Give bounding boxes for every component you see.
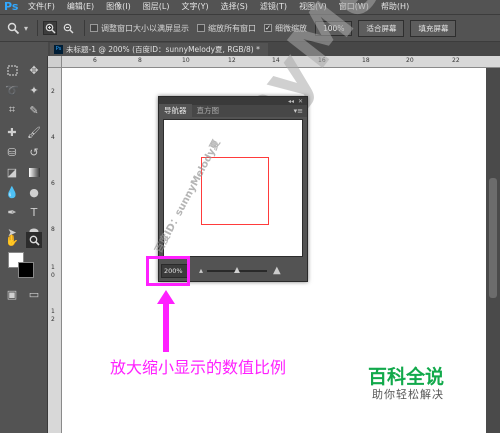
- lasso-tool-icon[interactable]: ➰: [4, 82, 20, 98]
- brand-name: 百科全说: [368, 366, 445, 388]
- ruler-label: 8: [138, 57, 142, 64]
- panel-menu-icon[interactable]: ▾≡: [294, 107, 303, 115]
- view-area-box[interactable]: [201, 157, 269, 225]
- zoom-out-icon[interactable]: [61, 21, 75, 35]
- ruler-label: 2: [51, 88, 55, 95]
- separator: [37, 20, 39, 36]
- type-tool-icon[interactable]: T: [26, 204, 42, 220]
- close-icon[interactable]: ✕: [298, 98, 303, 105]
- zoom-value-highlight: [146, 256, 190, 286]
- background-color-swatch[interactable]: [18, 262, 34, 278]
- scrollbar-thumb[interactable]: [489, 178, 497, 298]
- menu-type[interactable]: 文字(Y): [175, 0, 214, 14]
- ruler-label: 6: [51, 180, 55, 187]
- brand-tagline: 助你轻松解决: [372, 388, 444, 401]
- eraser-tool-icon[interactable]: ◪: [4, 164, 20, 180]
- vertical-scrollbar[interactable]: [486, 68, 500, 433]
- fill-screen-button[interactable]: 填充屏幕: [410, 19, 457, 37]
- gradient-tool-icon[interactable]: [26, 164, 42, 180]
- options-bar: ▾ 调整窗口大小以满屏显示 缩放所有窗口 ✓ 细微缩放 100% 适合屏幕 填充…: [0, 14, 500, 42]
- zoom-all-windows-label: 缩放所有窗口: [208, 23, 257, 33]
- tab-navigator[interactable]: 导航器: [159, 104, 192, 117]
- ruler-label: 20: [406, 57, 414, 64]
- brush-tool-icon[interactable]: 🖌: [26, 124, 42, 140]
- ruler-label: 0: [51, 272, 55, 279]
- ruler-label: 12: [228, 57, 236, 64]
- zoom-slider-knob[interactable]: [234, 266, 241, 273]
- ruler-label: 18: [362, 57, 370, 64]
- move-tool-icon[interactable]: ✥: [26, 62, 42, 78]
- screen-mode-icon[interactable]: ▭: [26, 286, 42, 302]
- checkbox-box[interactable]: [90, 24, 99, 32]
- menu-select[interactable]: 选择(S): [215, 0, 254, 14]
- menu-layer[interactable]: 图层(L): [137, 0, 176, 14]
- hand-tool-icon[interactable]: ✋: [4, 232, 20, 248]
- ruler-label: 4: [51, 134, 55, 141]
- zoom-out-mountain-icon[interactable]: ▴: [199, 266, 203, 275]
- ruler-label: 8: [51, 226, 55, 233]
- ruler-label: 22: [452, 57, 460, 64]
- menu-bar: Ps 文件(F) 编辑(E) 图像(I) 图层(L) 文字(Y) 选择(S) 滤…: [0, 0, 500, 14]
- ps-document-icon: Ps: [54, 45, 63, 54]
- menu-image[interactable]: 图像(I): [100, 0, 137, 14]
- zoom-tool-preset-icon[interactable]: [6, 21, 20, 35]
- collapse-icon[interactable]: ◂◂: [288, 98, 294, 105]
- tools-panel: ✥ ➰ ✦ ⌗ ✎ ✚ 🖌 ⛁ ↺ ◪ 💧 ● ✒ T ➤ ⬬ ✋ ▣ ▭: [0, 56, 48, 433]
- menu-edit[interactable]: 编辑(E): [61, 0, 100, 14]
- document-title: 未标题-1 @ 200% (百度ID：sunnyMelody夏, RGB/8) …: [66, 45, 260, 54]
- resize-windows-label: 调整窗口大小以满屏显示: [101, 23, 190, 33]
- vertical-ruler: 2 4 6 8 1 0 1 2: [48, 68, 62, 433]
- clone-stamp-icon[interactable]: ⛁: [4, 144, 20, 160]
- magic-wand-icon[interactable]: ✦: [26, 82, 42, 98]
- resize-windows-checkbox[interactable]: 调整窗口大小以满屏显示: [90, 23, 189, 34]
- photoshop-logo: Ps: [4, 0, 19, 13]
- checkmark-icon[interactable]: ✓: [264, 24, 273, 32]
- ruler-label: 2: [51, 316, 55, 323]
- blur-tool-icon[interactable]: 💧: [4, 184, 20, 200]
- document-tab[interactable]: Ps 未标题-1 @ 200% (百度ID：sunnyMelody夏, RGB/…: [50, 43, 268, 56]
- menu-filter[interactable]: 滤镜(T): [254, 0, 293, 14]
- zoom-slider[interactable]: [207, 266, 268, 273]
- marquee-tool-icon[interactable]: [4, 62, 20, 78]
- ruler-label: 1: [51, 264, 55, 271]
- annotation-text: 放大缩小显示的数值比例: [110, 358, 287, 377]
- tab-histogram[interactable]: 直方图: [192, 104, 225, 117]
- history-brush-icon[interactable]: ↺: [26, 144, 42, 160]
- zoom-all-windows-checkbox[interactable]: 缩放所有窗口: [197, 23, 256, 34]
- eyedropper-icon[interactable]: ✎: [26, 102, 42, 118]
- separator: [84, 20, 86, 36]
- ruler-label: 6: [93, 57, 97, 64]
- crop-tool-icon[interactable]: ⌗: [4, 102, 20, 118]
- healing-brush-icon[interactable]: ✚: [4, 124, 20, 140]
- ruler-label: 1: [51, 308, 55, 315]
- chevron-down-icon[interactable]: ▾: [24, 24, 28, 33]
- annotation-arrow-icon: [157, 290, 175, 352]
- zoom-in-icon[interactable]: [43, 21, 58, 35]
- menu-file[interactable]: 文件(F): [22, 0, 61, 14]
- zoom-in-mountain-icon[interactable]: ▲: [273, 265, 281, 276]
- checkbox-box[interactable]: [197, 24, 206, 32]
- panel-tabs: 导航器 直方图 ▾≡: [159, 104, 307, 117]
- ruler-corner: [48, 56, 62, 68]
- zoom-tool-icon[interactable]: [26, 232, 42, 248]
- quick-mask-icon[interactable]: ▣: [4, 286, 20, 302]
- dodge-tool-icon[interactable]: ●: [26, 184, 42, 200]
- ruler-label: 10: [182, 57, 190, 64]
- pen-tool-icon[interactable]: ✒: [4, 204, 20, 220]
